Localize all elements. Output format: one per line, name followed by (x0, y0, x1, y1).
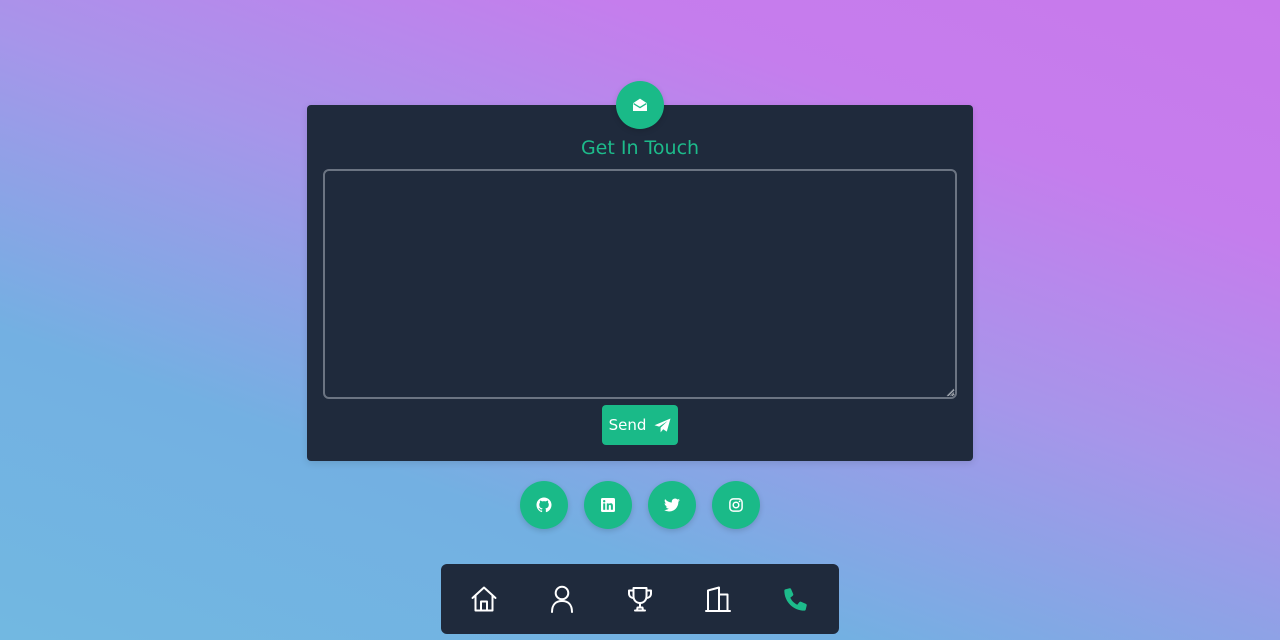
user-icon (551, 585, 573, 613)
nav-item-achievements[interactable] (622, 581, 658, 617)
linkedin-icon (601, 498, 615, 512)
twitter-icon (664, 498, 680, 512)
linkedin-button[interactable] (584, 481, 632, 529)
page-title: Get In Touch (580, 137, 700, 159)
paper-plane-icon (654, 418, 671, 432)
twitter-button[interactable] (648, 481, 696, 529)
resize-handle-icon[interactable] (945, 387, 955, 397)
bottom-nav (441, 564, 839, 634)
nav-item-about[interactable] (544, 581, 580, 617)
instagram-icon (729, 498, 743, 512)
send-button[interactable]: Send (602, 405, 678, 445)
trophy-icon (628, 587, 652, 612)
instagram-button[interactable] (712, 481, 760, 529)
phone-icon (784, 588, 807, 611)
home-icon (471, 586, 497, 612)
github-button[interactable] (520, 481, 568, 529)
building-icon (705, 586, 731, 612)
github-icon (536, 497, 552, 513)
contact-badge (616, 81, 664, 129)
message-textarea[interactable] (323, 169, 957, 399)
send-button-label: Send (608, 416, 647, 434)
nav-item-experience[interactable] (700, 581, 736, 617)
envelope-open-icon (633, 98, 647, 111)
nav-item-contact[interactable] (778, 581, 814, 617)
nav-item-home[interactable] (466, 581, 502, 617)
